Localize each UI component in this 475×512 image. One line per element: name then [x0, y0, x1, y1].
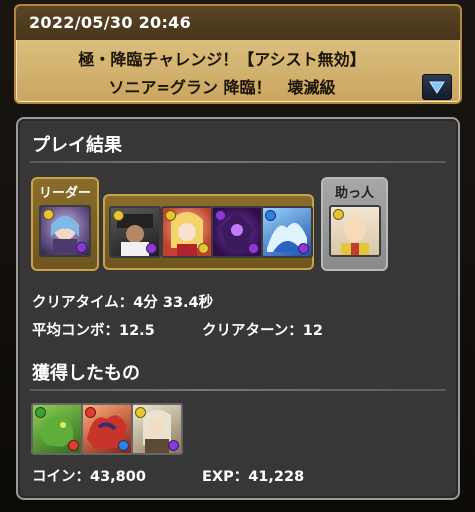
result-panel: プレイ結果 リーダー 助っ人 クリアタイム：4分 33.4秒 平均コンボ：12.…	[16, 117, 460, 500]
reward-monster-3-icon[interactable]	[131, 403, 183, 455]
average-combo: 平均コンボ：12.5	[32, 319, 155, 340]
coin-value: 43,800	[90, 469, 146, 485]
coin-label: コイン：	[32, 469, 90, 485]
helper-monster-icon[interactable]	[329, 205, 381, 257]
exp-value: 41,228	[248, 469, 305, 485]
clear-turn-value: 12	[302, 323, 323, 339]
leader-label: リーダー	[38, 186, 91, 201]
clear-turns: クリアターン：12	[202, 319, 323, 340]
dungeon-header: 2022/05/30 20:46 極・降臨チャレンジ！【アシスト無効】 ソニア=…	[14, 4, 462, 104]
avg-combo-value: 12.5	[119, 323, 155, 339]
sub-monster-3-icon[interactable]	[211, 206, 263, 258]
leader-monster-icon[interactable]	[39, 205, 91, 257]
reward-monster-2-icon[interactable]	[81, 403, 133, 455]
sub-members	[103, 194, 314, 270]
expand-button[interactable]	[422, 74, 452, 100]
triangle-down-icon	[429, 81, 445, 94]
sub-monster-1-icon[interactable]	[109, 206, 161, 258]
exp-label: EXP：	[202, 469, 249, 485]
divider	[30, 161, 446, 163]
exp: EXP：41,228	[202, 465, 304, 486]
avg-combo-label: 平均コンボ：	[32, 323, 119, 339]
clear-time-label: クリアタイム：	[32, 295, 134, 311]
sub-monster-4-icon[interactable]	[261, 206, 313, 258]
leader-slot[interactable]: リーダー	[31, 177, 99, 271]
clear-time: クリアタイム：4分 33.4秒	[32, 291, 213, 312]
divider	[30, 389, 446, 391]
date-time: 2022/05/30 20:46	[16, 6, 460, 40]
acquired-title: 獲得したもの	[32, 363, 140, 384]
clear-turn-label: クリアターン：	[202, 323, 303, 339]
sub-monster-2-icon[interactable]	[161, 206, 213, 258]
play-result-title: プレイ結果	[32, 135, 122, 156]
clear-time-value: 4分 33.4秒	[133, 295, 214, 311]
helper-label: 助っ人	[334, 186, 374, 201]
dungeon-title: 極・降臨チャレンジ！【アシスト無効】	[78, 50, 366, 69]
dungeon-subtitle: ソニア=グラン 降臨！ 壊滅級	[108, 78, 336, 97]
screen: 2022/05/30 20:46 極・降臨チャレンジ！【アシスト無効】 ソニア=…	[0, 0, 475, 512]
reward-monster-1-icon[interactable]	[31, 403, 83, 455]
helper-slot[interactable]: 助っ人	[321, 177, 388, 271]
coin: コイン：43,800	[32, 465, 146, 486]
